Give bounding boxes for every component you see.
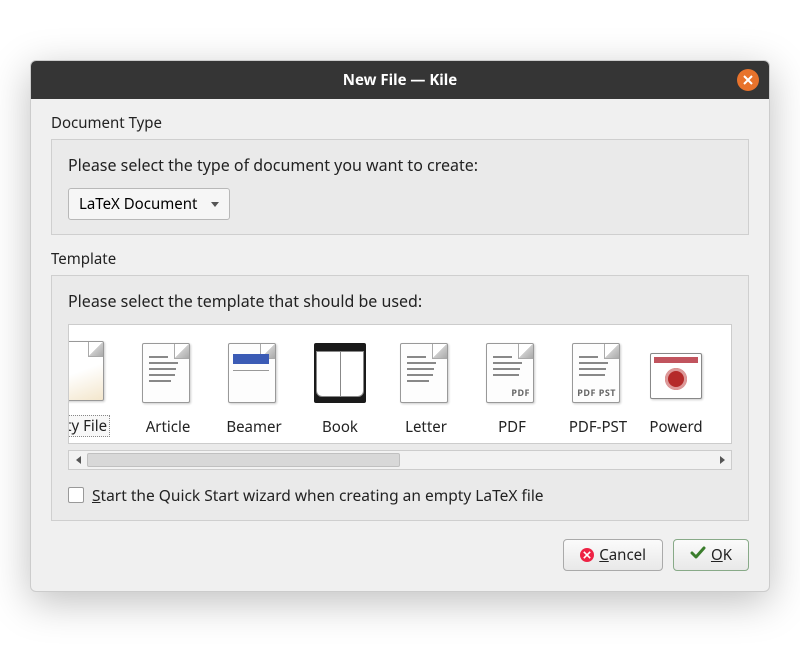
template-item-pdf-pst[interactable]: PDF PST PDF-PST [555, 325, 641, 443]
dialog-button-row: Cancel OK [51, 539, 749, 571]
document-type-prompt: Please select the type of document you w… [68, 154, 732, 176]
document-type-combo[interactable]: LaTeX Document [68, 188, 230, 220]
powerdot-icon [650, 343, 702, 407]
document-type-section-label: Document Type [51, 113, 749, 133]
triangle-right-icon [720, 456, 725, 464]
template-list: pty File Article Beamer [68, 324, 732, 444]
cancel-button-label: Cancel [599, 545, 646, 565]
ok-button[interactable]: OK [673, 539, 749, 571]
letter-icon [400, 343, 452, 407]
template-prompt: Please select the template that should b… [68, 290, 732, 312]
pdf-pst-icon: PDF PST [572, 343, 624, 407]
template-item-article[interactable]: Article [125, 325, 211, 443]
cancel-icon [580, 548, 594, 562]
dialog-window: New File — Kile Document Type Please sel… [30, 60, 770, 592]
template-scrollbar[interactable] [68, 450, 732, 470]
scroll-left-button[interactable] [69, 451, 87, 469]
template-section: Please select the template that should b… [51, 275, 749, 521]
beamer-icon [228, 343, 280, 407]
quick-start-checkbox[interactable] [68, 487, 84, 503]
scrollbar-thumb[interactable] [87, 453, 400, 467]
titlebar: New File — Kile [31, 61, 769, 99]
article-icon [142, 343, 194, 407]
template-label: PDF [498, 417, 526, 437]
close-button[interactable] [737, 69, 759, 91]
pdf-icon: PDF [486, 343, 538, 407]
empty-file-icon [68, 341, 108, 405]
template-section-label: Template [51, 249, 749, 269]
template-label: Letter [405, 417, 447, 437]
window-title: New File — Kile [343, 70, 457, 90]
document-type-section: Please select the type of document you w… [51, 139, 749, 235]
template-item-powerdot[interactable]: Powerd [641, 325, 711, 443]
quick-start-checkbox-label: Start the Quick Start wizard when creati… [92, 484, 544, 506]
scroll-right-button[interactable] [713, 451, 731, 469]
template-item-letter[interactable]: Letter [383, 325, 469, 443]
quick-start-checkbox-row[interactable]: Start the Quick Start wizard when creati… [68, 484, 732, 506]
chevron-down-icon [211, 202, 219, 207]
template-label: Article [146, 417, 191, 437]
template-item-book[interactable]: Book [297, 325, 383, 443]
triangle-left-icon [76, 456, 81, 464]
template-item-pdf[interactable]: PDF PDF [469, 325, 555, 443]
close-icon [743, 75, 753, 85]
template-item-beamer[interactable]: Beamer [211, 325, 297, 443]
ok-button-label: OK [711, 545, 732, 565]
ok-icon [690, 545, 706, 565]
template-item-empty-file[interactable]: pty File [68, 325, 125, 443]
dialog-content: Document Type Please select the type of … [31, 99, 769, 591]
template-label: Powerd [649, 417, 702, 437]
template-label: PDF-PST [569, 417, 627, 437]
scrollbar-track[interactable] [87, 451, 713, 469]
document-type-combo-value: LaTeX Document [79, 194, 197, 214]
cancel-button[interactable]: Cancel [563, 539, 663, 571]
template-label: Book [322, 417, 358, 437]
template-label: pty File [68, 415, 110, 437]
template-label: Beamer [226, 417, 281, 437]
book-icon [314, 343, 366, 407]
